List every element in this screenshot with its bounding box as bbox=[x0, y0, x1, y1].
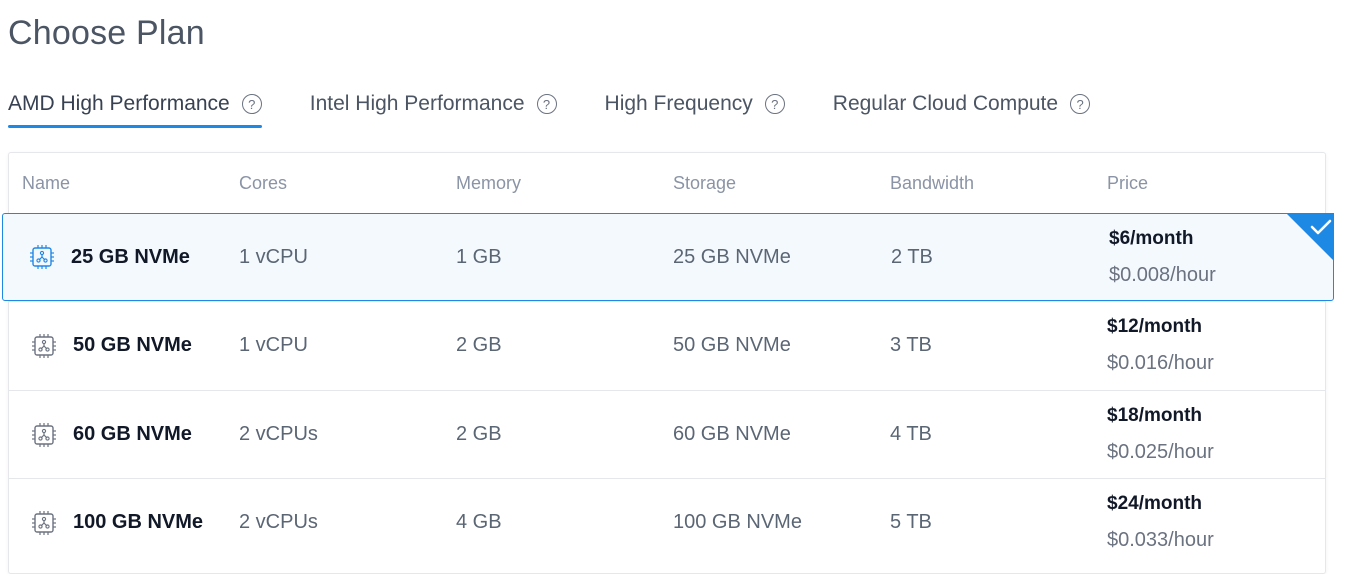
price-monthly: $6/month bbox=[1109, 227, 1194, 249]
table-header: Name Cores Memory Storage Bandwidth Pric… bbox=[9, 153, 1325, 213]
plan-price: $24/month $0.033/hour bbox=[1107, 479, 1214, 566]
column-header-memory: Memory bbox=[456, 173, 522, 193]
plan-bandwidth: 3 TB bbox=[890, 334, 932, 356]
page-title: Choose Plan bbox=[8, 14, 205, 52]
plans-table: Name Cores Memory Storage Bandwidth Pric… bbox=[2, 152, 1334, 574]
help-circle-icon[interactable]: ? bbox=[764, 94, 785, 114]
plan-bandwidth: 5 TB bbox=[890, 511, 932, 533]
plan-price: $12/month $0.016/hour bbox=[1107, 302, 1214, 389]
cpu-chip-icon bbox=[32, 333, 56, 358]
plan-cores: 1 vCPU bbox=[239, 334, 308, 356]
column-header-bandwidth: Bandwidth bbox=[890, 173, 975, 193]
help-circle-icon[interactable]: ? bbox=[1070, 94, 1091, 114]
cpu-chip-icon bbox=[30, 245, 54, 269]
tab-label: High Frequency bbox=[604, 92, 753, 115]
tab-label: AMD High Performance bbox=[8, 92, 230, 115]
plan-name: 50 GB NVMe bbox=[73, 334, 192, 356]
plan-storage: 100 GB NVMe bbox=[673, 511, 802, 533]
column-header-storage: Storage bbox=[673, 173, 737, 193]
plan-price: $6/month $0.008/hour bbox=[1109, 214, 1216, 300]
price-hourly: $0.033/hour bbox=[1107, 529, 1214, 551]
plan-row[interactable]: 100 GB NVMe 2 vCPUs 4 GB 100 GB NVMe 5 T… bbox=[9, 478, 1325, 566]
plan-row-selected[interactable]: 25 GB NVMe 1 vCPU 1 GB 25 GB NVMe 2 TB $… bbox=[2, 213, 1334, 301]
tab-label: Regular Cloud Compute bbox=[832, 92, 1059, 115]
price-hourly: $0.008/hour bbox=[1109, 263, 1216, 286]
plan-name: 60 GB NVMe bbox=[73, 423, 192, 445]
cpu-chip-icon bbox=[32, 510, 56, 535]
plan-storage: 50 GB NVMe bbox=[673, 334, 791, 356]
plan-memory: 2 GB bbox=[456, 423, 502, 445]
tab-high-frequency[interactable]: High Frequency ? bbox=[605, 88, 785, 132]
plan-cores: 2 vCPUs bbox=[239, 423, 318, 445]
plan-memory: 1 GB bbox=[456, 245, 502, 268]
plan-row[interactable]: 50 GB NVMe 1 vCPU 2 GB 50 GB NVMe 3 TB $… bbox=[9, 301, 1325, 389]
plan-row[interactable]: 60 GB NVMe 2 vCPUs 2 GB 60 GB NVMe 4 TB … bbox=[9, 390, 1325, 478]
tab-label: Intel High Performance bbox=[309, 92, 525, 115]
price-hourly: $0.025/hour bbox=[1107, 441, 1214, 463]
plan-bandwidth: 2 TB bbox=[891, 245, 933, 268]
plan-price: $18/month $0.025/hour bbox=[1107, 391, 1214, 478]
column-header-price: Price bbox=[1107, 173, 1149, 193]
plan-memory: 2 GB bbox=[456, 334, 502, 356]
column-header-name: Name bbox=[22, 173, 71, 193]
plan-cores: 1 vCPU bbox=[239, 245, 308, 268]
help-circle-icon[interactable]: ? bbox=[241, 94, 262, 114]
tab-intel-high-performance[interactable]: Intel High Performance ? bbox=[310, 88, 557, 132]
plan-bandwidth: 4 TB bbox=[890, 423, 932, 445]
price-monthly: $18/month bbox=[1107, 405, 1203, 426]
plan-storage: 60 GB NVMe bbox=[673, 423, 791, 445]
tab-regular-cloud-compute[interactable]: Regular Cloud Compute ? bbox=[832, 88, 1091, 132]
price-monthly: $24/month bbox=[1107, 493, 1203, 514]
plan-name: 100 GB NVMe bbox=[73, 511, 204, 533]
column-header-cores: Cores bbox=[239, 173, 288, 193]
price-hourly: $0.016/hour bbox=[1107, 352, 1214, 374]
plan-memory: 4 GB bbox=[456, 511, 502, 533]
checkmark-corner-icon bbox=[1286, 213, 1334, 261]
plan-cores: 2 vCPUs bbox=[239, 511, 318, 533]
plan-storage: 25 GB NVMe bbox=[673, 245, 791, 268]
price-monthly: $12/month bbox=[1107, 316, 1203, 337]
help-circle-icon[interactable]: ? bbox=[536, 94, 557, 114]
plan-name: 25 GB NVMe bbox=[71, 245, 190, 268]
plan-type-tabs: AMD High Performance ? Intel High Perfor… bbox=[8, 88, 1138, 132]
cpu-chip-icon bbox=[32, 422, 56, 447]
tab-amd-high-performance[interactable]: AMD High Performance ? bbox=[8, 88, 262, 132]
